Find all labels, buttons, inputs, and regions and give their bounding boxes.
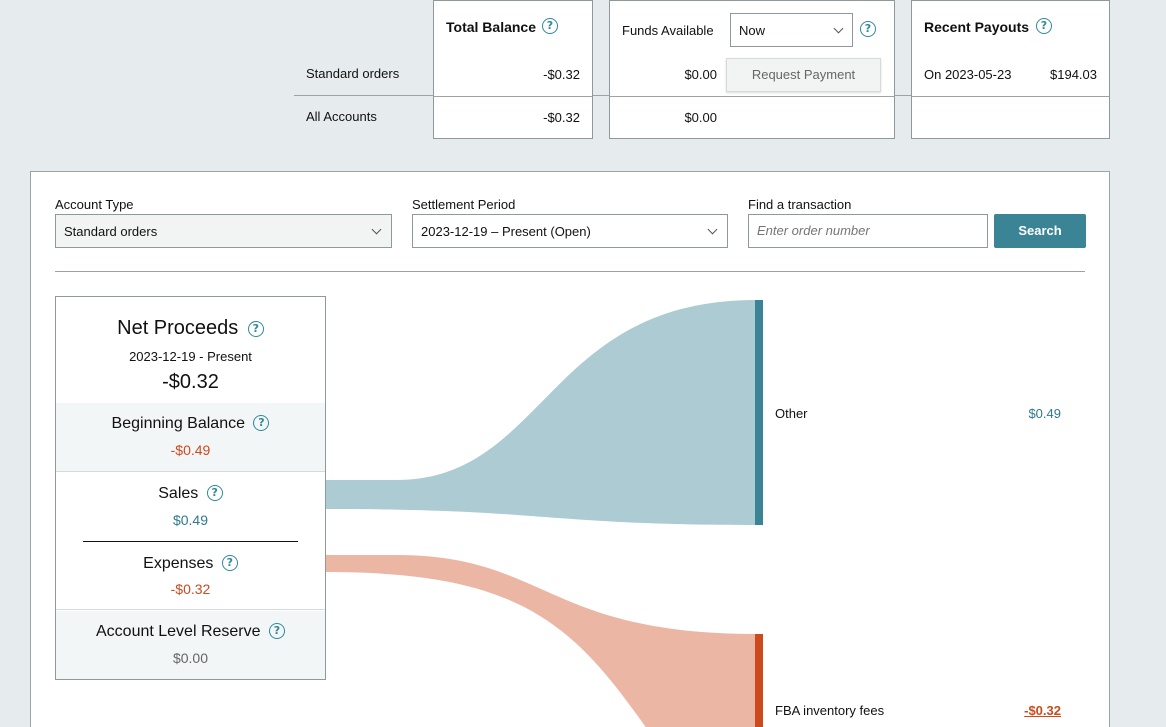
row-label-standard-orders: Standard orders [306,66,400,81]
expense-flow-band [326,555,756,727]
account-type-value: Standard orders [64,224,158,239]
question-circle-icon[interactable]: ? [253,415,270,431]
sales-section: Sales ? $0.49 [56,472,325,542]
funds-available-card: Funds Available Now ? $0.00 $0.00 Reques… [609,0,895,139]
chevron-down-icon [371,224,382,235]
card-row-divider [912,96,1109,97]
flow-legend-value-fba-fees[interactable]: -$0.32 [981,703,1061,718]
expenses-heading: Expenses ? [56,555,325,573]
account-type-label: Account Type [55,197,134,212]
total-balance-all-value: -$0.32 [543,110,580,125]
funds-available-label: Funds Available [622,23,714,38]
total-balance-standard-value: -$0.32 [543,67,580,82]
net-proceeds-date: 2023-12-19 - Present [129,349,252,364]
sales-value: $0.49 [172,512,209,528]
total-balance-card: Total Balance ? -$0.32 -$0.32 [433,0,593,139]
chevron-down-icon [707,224,718,235]
find-transaction-field[interactable] [748,214,988,248]
question-circle-icon[interactable]: ? [221,555,238,571]
expenses-value: -$0.32 [170,581,211,597]
total-balance-title: Total Balance [446,19,536,35]
filter-divider [55,271,1085,272]
flow-legend-value-other: $0.49 [1028,406,1061,421]
expenses-label: Expenses [143,555,214,572]
card-row-divider [610,96,894,97]
question-circle-icon[interactable]: ? [1036,18,1052,34]
other-node-bar [755,300,763,525]
funds-available-all-value: $0.00 [684,110,717,125]
net-proceeds-box: Net Proceeds ? 2023-12-19 - Present -$0.… [55,296,326,680]
beginning-balance-section: Beginning Balance ? -$0.49 [56,403,325,472]
search-button[interactable]: Search [994,214,1086,248]
flow-legend-label-fba-fees: FBA inventory fees [775,703,885,718]
account-type-select[interactable]: Standard orders [55,214,392,248]
reserve-label: Account Level Reserve [96,623,261,640]
fba-fees-node-bar [755,634,763,727]
funds-period-value: Now [739,23,766,38]
sales-heading: Sales ? [56,485,325,503]
beginning-balance-value: -$0.49 [170,442,211,458]
funds-available-standard-value: $0.00 [684,67,717,82]
recent-payout-amount: $194.03 [1050,67,1097,82]
reserve-section: Account Level Reserve ? $0.00 [56,611,325,679]
question-circle-icon[interactable]: ? [247,321,264,337]
recent-payout-date: On 2023-05-23 [924,67,1012,82]
question-circle-icon[interactable]: ? [542,18,558,34]
find-transaction-label: Find a transaction [748,197,852,212]
proceeds-flow-diagram [326,300,763,727]
expenses-section: Expenses ? -$0.32 [56,542,325,610]
sales-flow-band [326,300,756,525]
sales-label: Sales [158,485,199,502]
reserve-value: $0.00 [172,650,209,666]
settlement-period-value: 2023-12-19 – Present (Open) [421,224,591,239]
chevron-down-icon [833,23,844,34]
settlement-period-select[interactable]: 2023-12-19 – Present (Open) [412,214,728,248]
reserve-heading: Account Level Reserve ? [56,623,325,641]
settlement-panel: Account Type Standard orders Settlement … [30,171,1110,727]
recent-payouts-title: Recent Payouts [924,19,1030,35]
beginning-balance-label: Beginning Balance [111,415,245,432]
row-label-all-accounts: All Accounts [306,109,377,124]
net-proceeds-title: Net Proceeds [117,317,239,339]
card-row-divider [434,96,592,97]
question-circle-icon[interactable]: ? [206,485,223,501]
flow-legend-label-other: Other [775,406,808,421]
question-circle-icon[interactable]: ? [268,623,285,639]
funds-period-select[interactable]: Now [730,13,853,47]
beginning-balance-heading: Beginning Balance ? [56,415,325,433]
question-circle-icon[interactable]: ? [860,21,876,37]
order-number-input[interactable] [757,223,979,238]
net-proceeds-heading: Net Proceeds ? [56,317,325,340]
net-proceeds-total: -$0.32 [162,371,219,393]
recent-payouts-card: Recent Payouts ? On 2023-05-23 $194.03 [911,0,1110,139]
request-payment-button[interactable]: Request Payment [726,58,881,92]
settlement-period-label: Settlement Period [412,197,516,212]
